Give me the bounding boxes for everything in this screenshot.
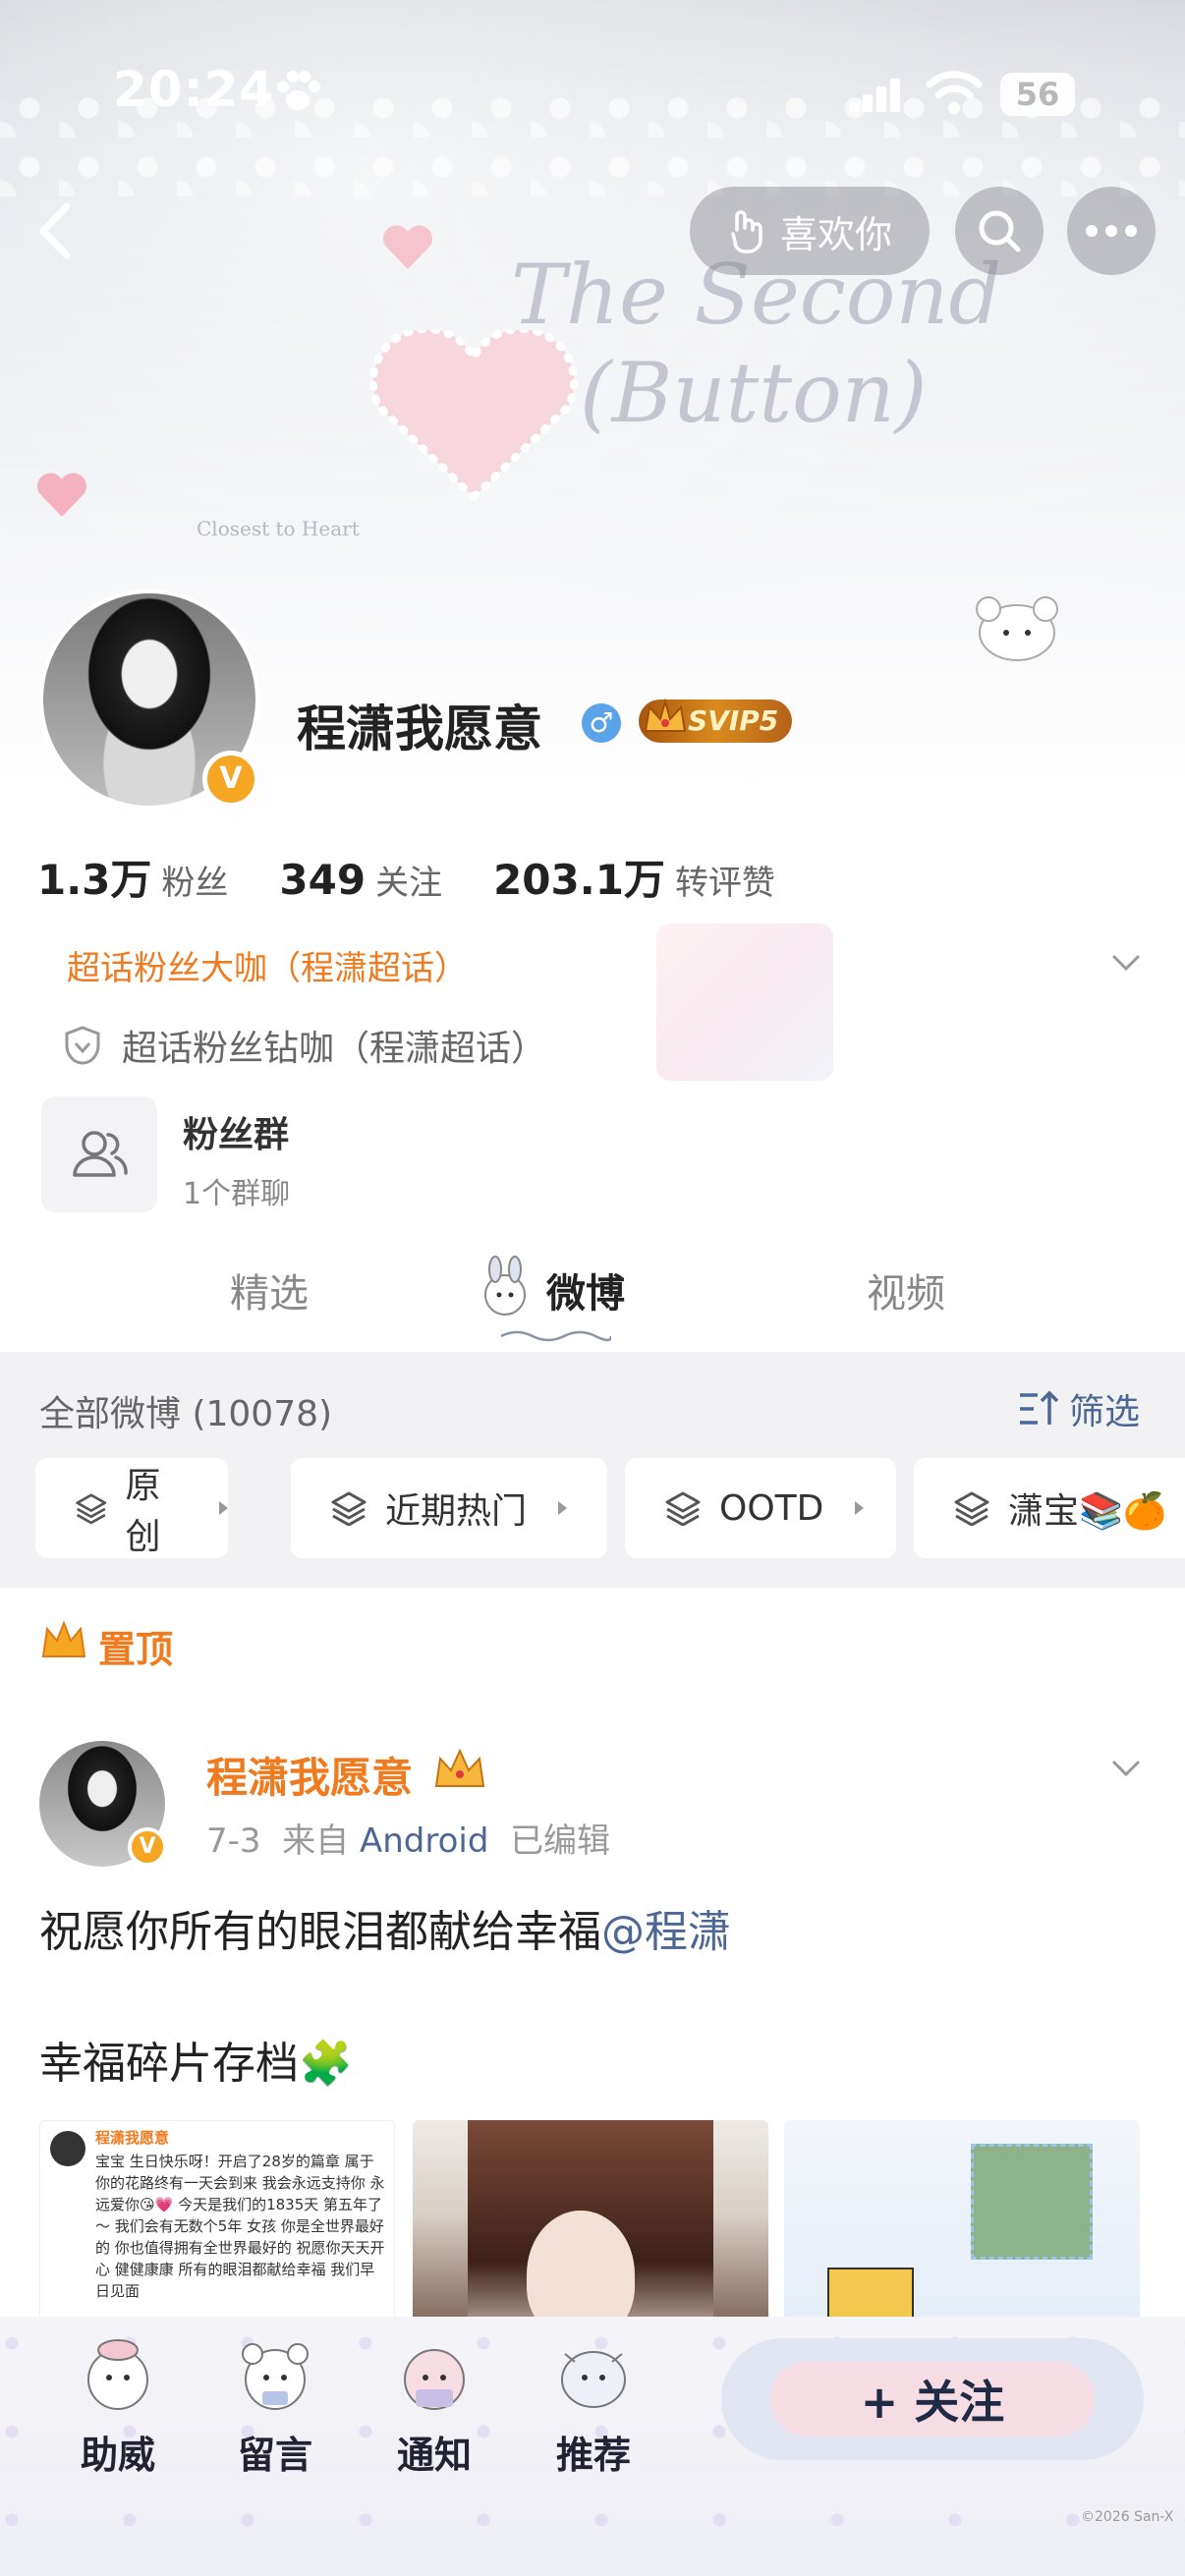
crown-icon [434, 1748, 485, 1787]
shield-icon [65, 1026, 100, 1065]
cheer-mascot-icon [87, 2339, 148, 2410]
chip-ootd[interactable]: OOTD [625, 1458, 896, 1558]
chip-arrow-icon [855, 1501, 865, 1515]
verified-badge: V [128, 1827, 167, 1867]
cellular-signal-icon [849, 79, 900, 112]
layers-icon [76, 1493, 107, 1525]
post-source-link[interactable]: Android [360, 1821, 488, 1861]
crown-icon [41, 1620, 86, 1657]
post-meta: 7-3 来自 Android 已编辑 [206, 1821, 611, 1861]
super-topic-title[interactable]: 超话粉丝大咖（程潇超话） [67, 941, 468, 989]
chip-arrow-icon [219, 1501, 228, 1515]
chevron-down-icon[interactable] [1108, 1751, 1144, 1786]
pinned-label: 置顶 [98, 1628, 174, 1671]
gender-male-icon: ♂ [582, 703, 621, 743]
chip-arrow-icon [558, 1501, 568, 1515]
crown-icon [644, 698, 687, 732]
tab-video[interactable]: 视频 [867, 1261, 945, 1318]
svip-label: SVIP5 [688, 704, 779, 737]
chevron-down-icon[interactable] [1108, 945, 1144, 980]
fan-group-title[interactable]: 粉丝群 [183, 1106, 289, 1157]
mention-link[interactable]: @程潇 [601, 1907, 731, 1957]
banner-caption: Closest to Heart [197, 517, 360, 540]
mascot-bear-icon [976, 596, 1058, 661]
wifi-icon [926, 71, 983, 114]
follow-button[interactable]: + 关注 [721, 2338, 1144, 2460]
heart-icon [37, 473, 86, 517]
battery-indicator: 56 [1000, 73, 1075, 116]
cheer-button[interactable]: 助威 [59, 2334, 177, 2479]
back-arrow-icon[interactable] [33, 196, 79, 265]
search-button[interactable] [955, 187, 1044, 275]
svip-badge[interactable]: SVIP5 [639, 698, 793, 743]
search-icon [979, 210, 1021, 252]
like-you-label: 喜欢你 [779, 212, 892, 256]
all-weibo-count: 全部微博 (10078) [39, 1394, 333, 1434]
layers-icon [331, 1491, 367, 1526]
thumb-avatar [50, 2131, 85, 2166]
more-dots-icon [1086, 225, 1137, 237]
status-time: 20:24 [113, 61, 275, 118]
tab-active-underline [500, 1330, 611, 1342]
fan-group-subtitle: 1个群聊 [183, 1177, 291, 1211]
stat-following[interactable]: 349 关注 [279, 856, 442, 904]
layers-icon [954, 1491, 989, 1526]
post-text: 祝愿你所有的眼泪都献给幸福@程潇 [39, 1907, 731, 1957]
profile-stats: 1.3万 粉丝 349 关注 203.1万 转评赞 [37, 847, 775, 907]
chip-xiaobao[interactable]: 潇宝📚🍊 [914, 1458, 1185, 1558]
paw-icon [277, 71, 320, 110]
stat-interactions[interactable]: 203.1万 转评赞 [493, 847, 775, 907]
recommend-mascot-icon [561, 2351, 626, 2408]
notify-mascot-icon [404, 2349, 465, 2410]
photo-frame [971, 2144, 1093, 2260]
stat-followers[interactable]: 1.3万 粉丝 [37, 847, 228, 907]
profile-name: 程潇我愿意 [297, 700, 542, 757]
chip-recent-hot[interactable]: 近期热门 [291, 1458, 607, 1558]
post-text-second: 幸福碎片存档🧩 [39, 2039, 353, 2089]
super-topic-secondary[interactable]: 超话粉丝钻咖（程潇超话） [122, 1020, 546, 1071]
tab-featured[interactable]: 精选 [230, 1261, 309, 1318]
follow-label: + 关注 [770, 2362, 1095, 2436]
like-you-button[interactable]: 喜欢你 [690, 187, 930, 275]
heart-icon [383, 225, 432, 269]
fan-group-icon-box[interactable] [41, 1096, 157, 1212]
hand-heart-icon [731, 210, 762, 253]
group-users-icon [73, 1131, 128, 1177]
message-mascot-icon [242, 2343, 309, 2410]
tab-mascot-icon [484, 1256, 526, 1316]
copyright-text: ©2026 San-X [1081, 2509, 1174, 2525]
verified-badge: V [202, 751, 259, 808]
layers-icon [665, 1491, 701, 1526]
tab-weibo[interactable]: 微博 [546, 1261, 625, 1318]
recommend-button[interactable]: 推荐 [535, 2334, 652, 2479]
filter-button[interactable]: 筛选 [1018, 1383, 1140, 1434]
more-options-button[interactable] [1067, 187, 1156, 275]
filter-icon [1020, 1390, 1059, 1425]
banner-script-text: The Second (Button) [511, 247, 1002, 441]
decorative-sticker [656, 924, 833, 1081]
pearl-heart-icon [368, 330, 579, 503]
post-author-name[interactable]: 程潇我愿意 [206, 1745, 413, 1805]
notify-button[interactable]: 通知 [375, 2334, 493, 2479]
message-button[interactable]: 留言 [216, 2334, 334, 2479]
filter-label: 筛选 [1069, 1392, 1141, 1432]
chip-original[interactable]: 原创 [35, 1458, 228, 1558]
